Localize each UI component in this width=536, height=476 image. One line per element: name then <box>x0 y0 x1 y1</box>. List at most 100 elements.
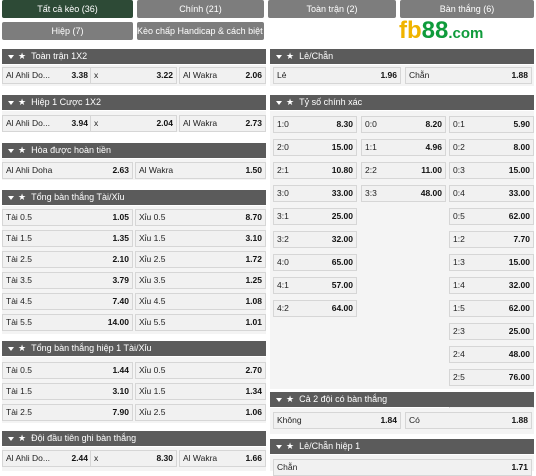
odds-cell[interactable]: Al Wakra 1.50 <box>135 162 266 179</box>
odds-cell[interactable]: 1:3 15.00 <box>449 254 534 271</box>
odds-cell[interactable]: 3:2 32.00 <box>273 231 357 248</box>
odds-cell[interactable]: 2:1 10.80 <box>273 162 357 179</box>
tab-main[interactable]: Chính (21) <box>137 0 264 18</box>
odds-cell[interactable]: Chẵn 1.88 <box>405 67 532 84</box>
odds-value: 15.00 <box>508 165 530 175</box>
odds-cell[interactable]: Tài 1.5 1.35 <box>2 230 133 247</box>
odds-cell[interactable]: 1:2 7.70 <box>449 231 534 248</box>
odds-cell[interactable]: 1:4 32.00 <box>449 277 534 294</box>
odds-cell[interactable]: 0:4 33.00 <box>449 185 534 202</box>
star-icon[interactable]: ★ <box>286 51 294 61</box>
odds-cell[interactable]: 3:1 25.00 <box>273 208 357 225</box>
section-header-half-odd-even[interactable]: ★ Lẻ/Chẵn hiệp 1 <box>270 439 534 454</box>
odds-cell[interactable]: Xỉu 2.5 1.06 <box>135 404 266 421</box>
odds-cell[interactable]: x 2.04 <box>90 115 177 132</box>
odds-cell[interactable]: Al Wakra 2.06 <box>179 67 266 84</box>
odds-cell[interactable]: 0:3 15.00 <box>449 162 534 179</box>
odds-cell[interactable]: 2:4 48.00 <box>449 346 534 363</box>
odds-cell[interactable]: Xỉu 0.5 2.70 <box>135 362 266 379</box>
tab-all-markets[interactable]: Tất cả kèo (36) <box>2 0 133 18</box>
odds-cell[interactable]: Lẻ 1.96 <box>273 67 401 84</box>
section-header-first-goal[interactable]: ★ Đội đầu tiên ghi bàn thắng <box>2 431 266 446</box>
odds-cell[interactable]: 0:5 62.00 <box>449 208 534 225</box>
odds-cell[interactable]: x 3.22 <box>90 67 177 84</box>
odds-cell[interactable]: Xỉu 4.5 1.08 <box>135 293 266 310</box>
star-icon[interactable]: ★ <box>18 343 26 353</box>
odds-cell[interactable]: Al Wakra 1.66 <box>179 450 266 467</box>
star-icon[interactable]: ★ <box>18 97 26 107</box>
odds-cell[interactable]: 4:1 57.00 <box>273 277 357 294</box>
odds-cell[interactable]: Xỉu 2.5 1.72 <box>135 251 266 268</box>
odds-cell[interactable]: 2:3 25.00 <box>449 323 534 340</box>
odds-cell[interactable]: 4:2 64.00 <box>273 300 357 317</box>
odds-value: 1.05 <box>112 212 129 222</box>
odds-cell[interactable]: Tài 4.5 7.40 <box>2 293 133 310</box>
odds-cell[interactable]: Xỉu 1.5 3.10 <box>135 230 266 247</box>
odds-value: 1.96 <box>380 70 397 80</box>
odds-cell[interactable]: x 8.30 <box>90 450 177 467</box>
odds-cell[interactable]: 0:2 8.00 <box>449 139 534 156</box>
odds-cell[interactable]: Có 1.88 <box>405 412 532 429</box>
odds-cell[interactable]: Tài 3.5 3.79 <box>2 272 133 289</box>
selection-label: x <box>94 453 99 463</box>
star-icon[interactable]: ★ <box>18 192 26 202</box>
odds-cell[interactable]: Tài 1.5 3.10 <box>2 383 133 400</box>
odds-cell[interactable]: 1:0 8.30 <box>273 116 357 133</box>
odds-value: 4.96 <box>425 142 442 152</box>
odds-value: 32.00 <box>331 234 353 244</box>
section-header-half-total-goals[interactable]: ★ Tổng bàn thắng hiệp 1 Tài/Xỉu <box>2 341 266 356</box>
odds-cell[interactable]: Xỉu 1.5 1.34 <box>135 383 266 400</box>
selection-label: Tài 3.5 <box>6 275 32 285</box>
odds-cell[interactable]: Xỉu 3.5 1.25 <box>135 272 266 289</box>
odds-cell[interactable]: Xỉu 0.5 8.70 <box>135 209 266 226</box>
selection-label: Tài 2.5 <box>6 407 32 417</box>
odds-cell[interactable]: Al Wakra 2.73 <box>179 115 266 132</box>
tab-full-time[interactable]: Toàn trận (2) <box>268 0 396 18</box>
section-header-draw-no-bet[interactable]: ★ Hòa được hoàn tiền <box>2 143 266 158</box>
star-icon[interactable]: ★ <box>286 394 294 404</box>
odds-cell[interactable]: Xỉu 5.5 1.01 <box>135 314 266 331</box>
odds-cell[interactable]: 1:5 62.00 <box>449 300 534 317</box>
tab-handicap[interactable]: Kèo chấp Handicap & cách biệt (1) <box>137 22 264 40</box>
star-icon[interactable]: ★ <box>18 433 26 443</box>
odds-cell[interactable]: Tài 2.5 7.90 <box>2 404 133 421</box>
section-header-half-1x2[interactable]: ★ Hiệp 1 Cược 1X2 <box>2 95 266 110</box>
odds-cell[interactable]: Chẵn 1.71 <box>273 459 532 476</box>
section-header-odd-even[interactable]: ★ Lẻ/Chẵn <box>270 49 534 64</box>
section-header-full-time-1x2[interactable]: ★ Toàn trận 1X2 <box>2 49 266 64</box>
odds-cell[interactable]: 2:0 15.00 <box>273 139 357 156</box>
section-title: Lẻ/Chẵn hiệp 1 <box>299 441 361 451</box>
tab-half[interactable]: Hiệp (7) <box>2 22 133 40</box>
odds-cell[interactable]: 1:1 4.96 <box>361 139 446 156</box>
odds-cell[interactable]: Tài 0.5 1.05 <box>2 209 133 226</box>
odds-cell[interactable]: Không 1.84 <box>273 412 401 429</box>
odds-cell[interactable]: Tài 5.5 14.00 <box>2 314 133 331</box>
odds-cell[interactable]: 4:0 65.00 <box>273 254 357 271</box>
odds-value: 1.35 <box>112 233 129 243</box>
star-icon[interactable]: ★ <box>18 145 26 155</box>
section-header-total-goals[interactable]: ★ Tổng bàn thắng Tài/Xỉu <box>2 190 266 205</box>
selection-label: 0:2 <box>453 142 465 152</box>
odds-cell[interactable]: Tài 2.5 2.10 <box>2 251 133 268</box>
odds-cell[interactable]: Tài 0.5 1.44 <box>2 362 133 379</box>
odds-cell[interactable]: 0:0 8.20 <box>361 116 446 133</box>
odds-value: 3.94 <box>71 118 88 128</box>
star-icon[interactable]: ★ <box>286 97 294 107</box>
section-header-both-teams-score[interactable]: ★ Cả 2 đội có bàn thắng <box>270 392 534 407</box>
odds-cell[interactable]: 0:1 5.90 <box>449 116 534 133</box>
star-icon[interactable]: ★ <box>18 51 26 61</box>
star-icon[interactable]: ★ <box>286 441 294 451</box>
selection-label: Xỉu 4.5 <box>139 296 166 306</box>
odds-value: 76.00 <box>508 372 530 382</box>
odds-cell[interactable]: 2:2 11.00 <box>361 162 446 179</box>
odds-cell[interactable]: Al Ahli Do... 3.38 <box>2 67 92 84</box>
selection-label: 1:0 <box>277 119 289 129</box>
odds-cell[interactable]: Al Ahli Do... 3.94 <box>2 115 92 132</box>
odds-cell[interactable]: Al Ahli Do... 2.44 <box>2 450 92 467</box>
odds-cell[interactable]: 3:3 48.00 <box>361 185 446 202</box>
odds-cell[interactable]: 3:0 33.00 <box>273 185 357 202</box>
tab-goals[interactable]: Bàn thắng (6) <box>400 0 534 18</box>
odds-cell[interactable]: 2:5 76.00 <box>449 369 534 386</box>
section-header-correct-score[interactable]: ★ Tỷ số chính xác <box>270 95 534 110</box>
odds-cell[interactable]: Al Ahli Doha 2.63 <box>2 162 133 179</box>
